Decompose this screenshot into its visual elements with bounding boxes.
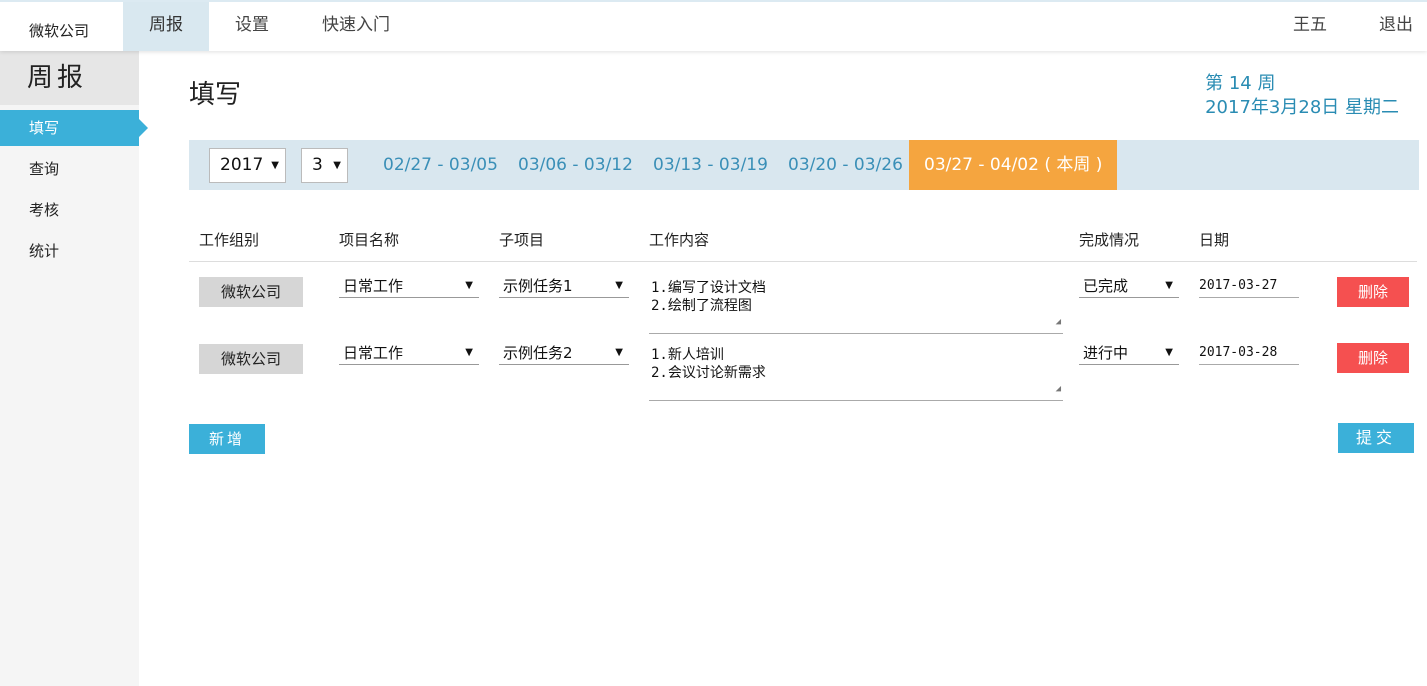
sidebar-item-assessment[interactable]: 考核 — [0, 192, 139, 228]
subproject-value: 示例任务1 — [503, 277, 573, 295]
month-select[interactable]: 3 ▼ — [301, 148, 348, 183]
week-range-link[interactable]: 03/13 - 03/19 — [653, 140, 768, 190]
week-range-link[interactable]: 03/20 - 03/26 — [788, 140, 903, 190]
status-select[interactable]: 已完成 ▼ — [1079, 276, 1179, 298]
week-range-link[interactable]: 03/06 - 03/12 — [518, 140, 633, 190]
nav-item-quick-start[interactable]: 快速入门 — [304, 2, 408, 51]
content-line: 2.绘制了流程图 — [651, 298, 752, 314]
week-range-link[interactable]: 02/27 - 03/05 — [383, 140, 498, 190]
work-content-textarea[interactable]: 1.编写了设计文档 2.绘制了流程图 ◢ — [649, 278, 1063, 334]
delete-button[interactable]: 删除 — [1337, 277, 1409, 307]
content-line: 1.新人培训 — [651, 347, 724, 363]
chevron-down-icon: ▼ — [615, 347, 623, 358]
column-header-project: 项目名称 — [339, 231, 400, 249]
date-input[interactable]: 2017-03-28 — [1199, 343, 1299, 365]
subproject-value: 示例任务2 — [503, 344, 573, 362]
group-tag: 微软公司 — [199, 344, 303, 374]
week-info: 第 14 周 2017年3月28日 星期二 — [1205, 72, 1399, 120]
work-content-textarea[interactable]: 1.新人培训 2.会议讨论新需求 ◢ — [649, 345, 1063, 401]
sidebar-item-statistics[interactable]: 统计 — [0, 233, 139, 269]
project-select[interactable]: 日常工作 ▼ — [339, 343, 479, 365]
nav-item-settings[interactable]: 设置 — [220, 2, 284, 51]
chevron-down-icon: ▼ — [1165, 280, 1173, 291]
sidebar-title: 周报 — [0, 51, 139, 105]
header-divider — [189, 261, 1417, 262]
column-header-content: 工作内容 — [649, 231, 710, 249]
group-tag: 微软公司 — [199, 277, 303, 307]
chevron-down-icon: ▼ — [271, 160, 279, 171]
status-value: 进行中 — [1083, 344, 1129, 362]
logout-link[interactable]: 退出 — [1364, 2, 1427, 51]
status-value: 已完成 — [1083, 277, 1129, 295]
chevron-down-icon: ▼ — [465, 347, 473, 358]
subproject-select[interactable]: 示例任务2 ▼ — [499, 343, 629, 365]
sidebar-item-fill[interactable]: 填写 — [0, 110, 148, 146]
resize-handle-icon[interactable]: ◢ — [1056, 313, 1061, 331]
column-header-status: 完成情况 — [1079, 231, 1140, 249]
year-value: 2017 — [220, 155, 264, 175]
column-header-subproject: 子项目 — [499, 231, 545, 249]
resize-handle-icon[interactable]: ◢ — [1056, 380, 1061, 398]
date-input[interactable]: 2017-03-27 — [1199, 276, 1299, 298]
project-value: 日常工作 — [343, 344, 404, 362]
month-value: 3 — [312, 155, 323, 175]
submit-button[interactable]: 提交 — [1338, 423, 1414, 453]
delete-button[interactable]: 删除 — [1337, 343, 1409, 373]
user-name[interactable]: 王五 — [1278, 2, 1342, 51]
chevron-down-icon: ▼ — [333, 160, 341, 171]
column-header-date: 日期 — [1199, 231, 1230, 249]
content-line: 1.编写了设计文档 — [651, 280, 766, 296]
year-select[interactable]: 2017 ▼ — [209, 148, 286, 183]
current-date: 2017年3月28日 星期二 — [1205, 97, 1399, 118]
project-value: 日常工作 — [343, 277, 404, 295]
status-select[interactable]: 进行中 ▼ — [1079, 343, 1179, 365]
sidebar: 周报 填写 查询 考核 统计 — [0, 51, 148, 686]
sidebar-item-query[interactable]: 查询 — [0, 151, 139, 187]
column-header-group: 工作组别 — [199, 231, 260, 249]
subproject-select[interactable]: 示例任务1 ▼ — [499, 276, 629, 298]
add-row-button[interactable]: 新增 — [189, 424, 265, 454]
nav-item-weekly[interactable]: 周报 — [123, 2, 209, 51]
chevron-down-icon: ▼ — [615, 280, 623, 291]
page-title: 填写 — [189, 80, 242, 110]
brand-name[interactable]: 微软公司 — [29, 20, 89, 41]
chevron-down-icon: ▼ — [1165, 347, 1173, 358]
top-nav: 微软公司 周报 设置 快速入门 王五 退出 — [0, 0, 1427, 51]
project-select[interactable]: 日常工作 ▼ — [339, 276, 479, 298]
chevron-down-icon: ▼ — [465, 280, 473, 291]
content-line: 2.会议讨论新需求 — [651, 365, 766, 381]
week-selector-bar: 2017 ▼ 3 ▼ 02/27 - 03/05 03/06 - 03/12 0… — [189, 140, 1419, 190]
week-range-current[interactable]: 03/27 - 04/02 ( 本周 ) — [909, 140, 1118, 190]
week-number: 第 14 周 — [1205, 73, 1276, 94]
